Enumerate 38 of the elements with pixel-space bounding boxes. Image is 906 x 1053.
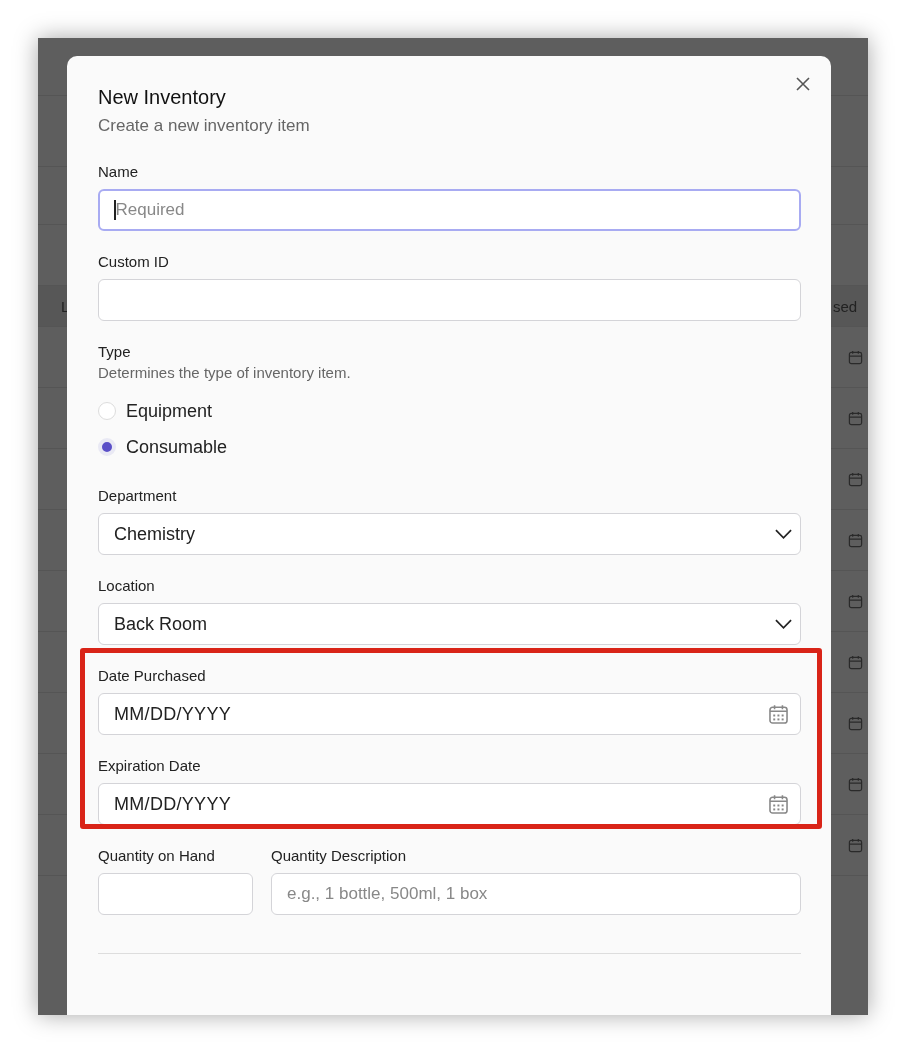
input-field[interactable]: Required <box>98 189 801 231</box>
date-field[interactable]: MM/DD/YYYY <box>98 783 801 825</box>
field-label: Quantity on Hand <box>98 846 216 866</box>
input-field[interactable] <box>98 873 253 915</box>
calendar-icon <box>848 715 863 731</box>
field-label: Expiration Date <box>98 756 202 776</box>
radio-button[interactable] <box>98 438 116 456</box>
field-label: Type <box>98 342 132 362</box>
input-field[interactable] <box>98 279 801 321</box>
calendar-icon <box>848 349 863 365</box>
radio-label[interactable]: Consumable <box>126 436 228 458</box>
select-field[interactable]: Back Room <box>98 603 801 645</box>
field-label: Date Purchased <box>98 666 207 686</box>
calendar-icon[interactable] <box>768 793 789 815</box>
dialog-subtitle: Create a new inventory item <box>98 116 311 136</box>
field-label: Department <box>98 486 178 506</box>
calendar-icon <box>848 532 863 548</box>
dialog-title: New Inventory <box>98 86 227 109</box>
calendar-icon <box>848 410 863 426</box>
select-field[interactable]: Chemistry <box>98 513 801 555</box>
chevron-down-icon <box>775 529 792 539</box>
calendar-icon <box>848 776 863 792</box>
calendar-icon <box>848 471 863 487</box>
field-label: Quantity Description <box>271 846 408 866</box>
radio-label[interactable]: Equipment <box>126 400 213 422</box>
field-label: Custom ID <box>98 252 170 272</box>
chevron-down-icon <box>775 619 792 629</box>
calendar-icon[interactable] <box>768 703 789 725</box>
date-field[interactable]: MM/DD/YYYY <box>98 693 801 735</box>
field-description: Determines the type of inventory item. <box>98 364 352 381</box>
field-label: Location <box>98 576 156 596</box>
field-label: Name <box>98 162 139 182</box>
calendar-icon <box>848 837 863 853</box>
calendar-icon <box>848 654 863 670</box>
radio-button[interactable] <box>98 402 116 420</box>
close-icon[interactable] <box>796 77 810 91</box>
input-field[interactable]: e.g., 1 bottle, 500ml, 1 box <box>271 873 801 915</box>
calendar-icon <box>848 593 863 609</box>
